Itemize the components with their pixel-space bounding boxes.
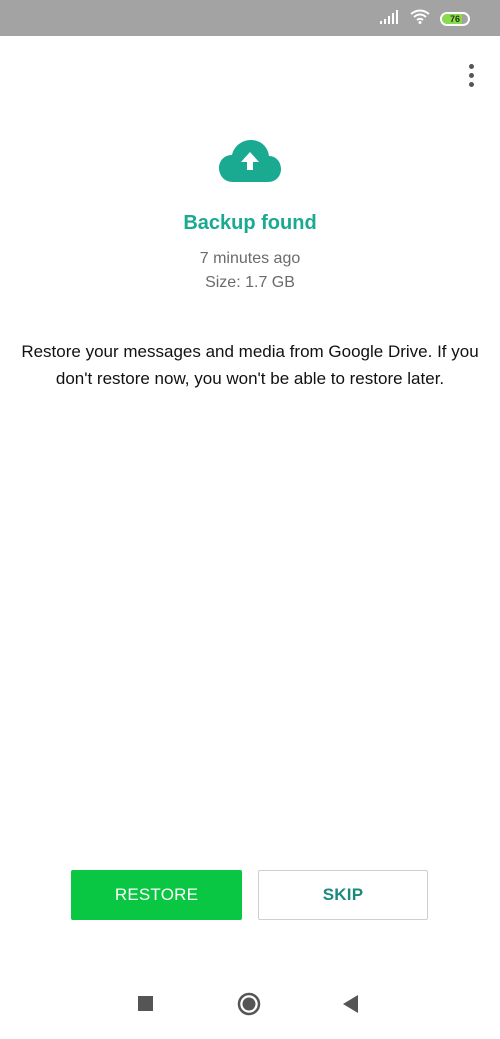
battery-icon: 76 <box>440 12 470 26</box>
status-bar: 76 <box>0 0 500 36</box>
menu-dot <box>468 81 474 87</box>
more-vert-icon[interactable] <box>458 60 484 90</box>
battery-level: 76 <box>449 14 460 24</box>
backup-size: Size: 1.7 GB <box>205 274 295 291</box>
backup-title: Backup found <box>183 212 317 234</box>
back-icon[interactable] <box>342 994 360 1014</box>
home-icon[interactable] <box>237 992 261 1016</box>
wifi-icon <box>410 9 430 29</box>
backup-restore-screen: 76 Backup found 7 minutes ago Size: 1.7 … <box>0 0 500 1039</box>
skip-button[interactable]: SKIP <box>258 870 428 920</box>
signal-icon <box>380 9 400 29</box>
restore-description: Restore your messages and media from Goo… <box>21 342 479 388</box>
restore-button[interactable]: RESTORE <box>71 870 242 920</box>
recents-icon[interactable] <box>138 996 153 1011</box>
backup-time: 7 minutes ago <box>199 250 301 267</box>
menu-dot <box>468 72 474 78</box>
status-icons: 76 <box>380 9 470 29</box>
cloud-upload-icon <box>219 140 281 182</box>
menu-dot <box>468 63 474 69</box>
